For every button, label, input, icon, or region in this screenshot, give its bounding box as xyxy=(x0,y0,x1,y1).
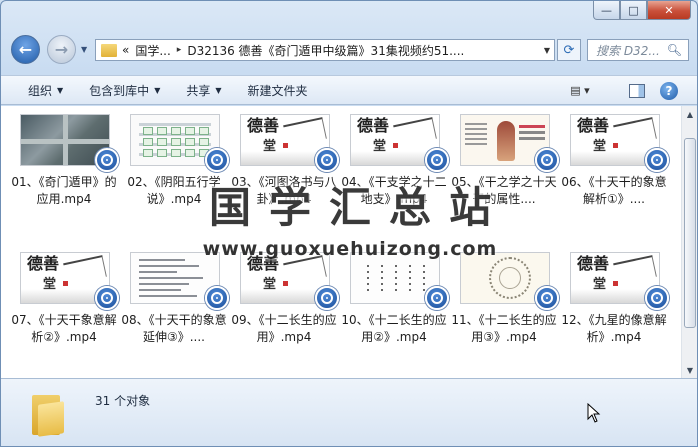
scroll-up-button[interactable]: ▲ xyxy=(682,106,697,122)
explorer-window: — □ ✕ ← → ▼ « 国学... ▸ D32136 德善《奇门遁甲中级篇》… xyxy=(0,0,698,447)
preview-pane-icon xyxy=(629,83,645,98)
video-player-icon xyxy=(205,286,229,310)
file-grid: 01、《奇门遁甲》的应用.mp4 02、《阴阳五行学说》.mp4 德善堂 03、《河图… xyxy=(9,114,671,378)
file-item[interactable]: 02、《阴阳五行学说》.mp4 xyxy=(119,114,229,242)
file-name: 04、《干支学之十二地支》.mp4 xyxy=(341,175,447,206)
file-name: 02、《阴阳五行学说》.mp4 xyxy=(127,175,221,206)
recent-pages-dropdown[interactable]: ▼ xyxy=(81,45,87,54)
video-player-icon xyxy=(315,148,339,172)
scroll-down-button[interactable]: ▼ xyxy=(682,362,697,378)
file-item[interactable]: 德善堂 04、《干支学之十二地支》.mp4 xyxy=(339,114,449,242)
organize-menu[interactable]: 组织 ▼ xyxy=(28,82,63,99)
file-item[interactable]: 德善堂 06、《十天干的象意解析①》.... xyxy=(559,114,669,242)
preview-pane-button[interactable] xyxy=(625,80,649,101)
address-dropdown-icon[interactable]: ▼ xyxy=(544,46,550,55)
file-item[interactable]: 德善堂 09、《十二长生的应用》.mp4 xyxy=(229,252,339,378)
video-player-icon xyxy=(205,148,229,172)
calligraphy-text: 德善 xyxy=(357,116,390,135)
file-item[interactable]: 10、《十二长生的应用②》.mp4 xyxy=(339,252,449,378)
video-player-icon xyxy=(425,148,449,172)
help-button[interactable]: ? xyxy=(657,80,681,101)
file-name: 01、《奇门遁甲》的应用.mp4 xyxy=(11,175,117,206)
file-item[interactable]: 11、《十二长生的应用③》.mp4 xyxy=(449,252,559,378)
file-name: 09、《十二长生的应用》.mp4 xyxy=(231,313,337,344)
include-in-library-menu[interactable]: 包含到库中 ▼ xyxy=(89,82,160,99)
arrow-left-icon: ← xyxy=(18,40,33,59)
folder-icon xyxy=(101,43,117,57)
chevron-down-icon: ▼ xyxy=(57,85,64,95)
breadcrumb-segment[interactable]: 国学... xyxy=(135,42,170,59)
vertical-scrollbar[interactable]: ▲ ▼ xyxy=(681,106,697,378)
refresh-button[interactable]: ⟳ xyxy=(557,39,581,61)
file-name: 05、《干之学之十天干的属性.... xyxy=(451,175,557,206)
breadcrumb-overflow[interactable]: « xyxy=(122,43,129,57)
command-bar: 组织 ▼ 包含到库中 ▼ 共享 ▼ 新建文件夹 ▤ ▾ ? xyxy=(1,75,697,105)
folder-icon xyxy=(32,391,66,437)
chevron-down-icon: ▼ xyxy=(154,85,161,95)
item-count: 31 个对象 xyxy=(95,394,151,408)
back-button[interactable]: ← xyxy=(11,35,40,64)
video-player-icon xyxy=(425,286,449,310)
file-item[interactable]: 05、《干之学之十天干的属性.... xyxy=(449,114,559,242)
arrow-right-icon: → xyxy=(54,40,69,59)
calligraphy-text: 德善 xyxy=(27,254,60,273)
file-list[interactable]: 01、《奇门遁甲》的应用.mp4 02、《阴阳五行学说》.mp4 德善堂 03、《河图… xyxy=(1,106,681,378)
video-player-icon xyxy=(535,286,559,310)
chevron-down-icon: ▼ xyxy=(215,85,222,95)
forward-button[interactable]: → xyxy=(47,35,76,64)
refresh-icon: ⟳ xyxy=(563,42,575,58)
file-name: 07、《十天干象意解析②》.mp4 xyxy=(11,313,117,344)
file-name: 08、《十天干的象意延伸③》.... xyxy=(121,313,227,344)
file-item[interactable]: 德善堂 07、《十天干象意解析②》.mp4 xyxy=(9,252,119,378)
video-player-icon xyxy=(645,286,669,310)
maximize-button[interactable]: □ xyxy=(620,1,647,20)
video-player-icon xyxy=(95,286,119,310)
breadcrumb-separator-icon[interactable]: ▸ xyxy=(177,45,182,55)
change-view-button[interactable]: ▤ ▾ xyxy=(565,80,595,101)
file-name: 12、《九星的像意解析》.mp4 xyxy=(561,313,667,344)
file-item[interactable]: 德善堂 03、《河图洛书与八卦》.mp4 xyxy=(229,114,339,242)
file-name: 06、《十天干的象意解析①》.... xyxy=(561,175,667,206)
help-icon: ? xyxy=(660,81,678,100)
calligraphy-text: 德善 xyxy=(577,116,610,135)
video-player-icon xyxy=(535,148,559,172)
close-button[interactable]: ✕ xyxy=(647,1,691,20)
file-item[interactable]: 08、《十天干的象意延伸③》.... xyxy=(119,252,229,378)
calligraphy-text: 德善 xyxy=(247,116,280,135)
file-name: 11、《十二长生的应用③》.mp4 xyxy=(451,313,557,344)
minimize-button[interactable]: — xyxy=(593,1,620,20)
mouse-cursor-icon xyxy=(587,403,601,423)
scrollbar-thumb[interactable] xyxy=(684,138,696,328)
view-icon: ▤ ▾ xyxy=(570,84,590,97)
address-row: ← → ▼ « 国学... ▸ D32136 德善《奇门遁甲中级篇》31集视频约… xyxy=(1,32,697,68)
calligraphy-text: 德善 xyxy=(577,254,610,273)
breadcrumb-segment-current[interactable]: D32136 德善《奇门遁甲中级篇》31集视频约51.... xyxy=(187,42,464,59)
file-item[interactable]: 德善堂 12、《九星的像意解析》.mp4 xyxy=(559,252,669,378)
search-icon[interactable]: 🔍︎ xyxy=(667,43,682,57)
search-input[interactable]: 搜索 D32... 🔍︎ xyxy=(587,39,689,61)
video-player-icon xyxy=(315,286,339,310)
share-menu[interactable]: 共享 ▼ xyxy=(186,82,221,99)
new-folder-button[interactable]: 新建文件夹 xyxy=(248,82,308,99)
calligraphy-text: 德善 xyxy=(247,254,280,273)
caption-buttons: — □ ✕ xyxy=(593,1,691,20)
address-bar[interactable]: « 国学... ▸ D32136 德善《奇门遁甲中级篇》31集视频约51....… xyxy=(95,39,555,61)
video-player-icon xyxy=(95,148,119,172)
file-item[interactable]: 01、《奇门遁甲》的应用.mp4 xyxy=(9,114,119,242)
file-name: 03、《河图洛书与八卦》.mp4 xyxy=(231,175,337,206)
search-placeholder: 搜索 D32... xyxy=(596,43,660,58)
video-player-icon xyxy=(645,148,669,172)
file-name: 10、《十二长生的应用②》.mp4 xyxy=(341,313,447,344)
